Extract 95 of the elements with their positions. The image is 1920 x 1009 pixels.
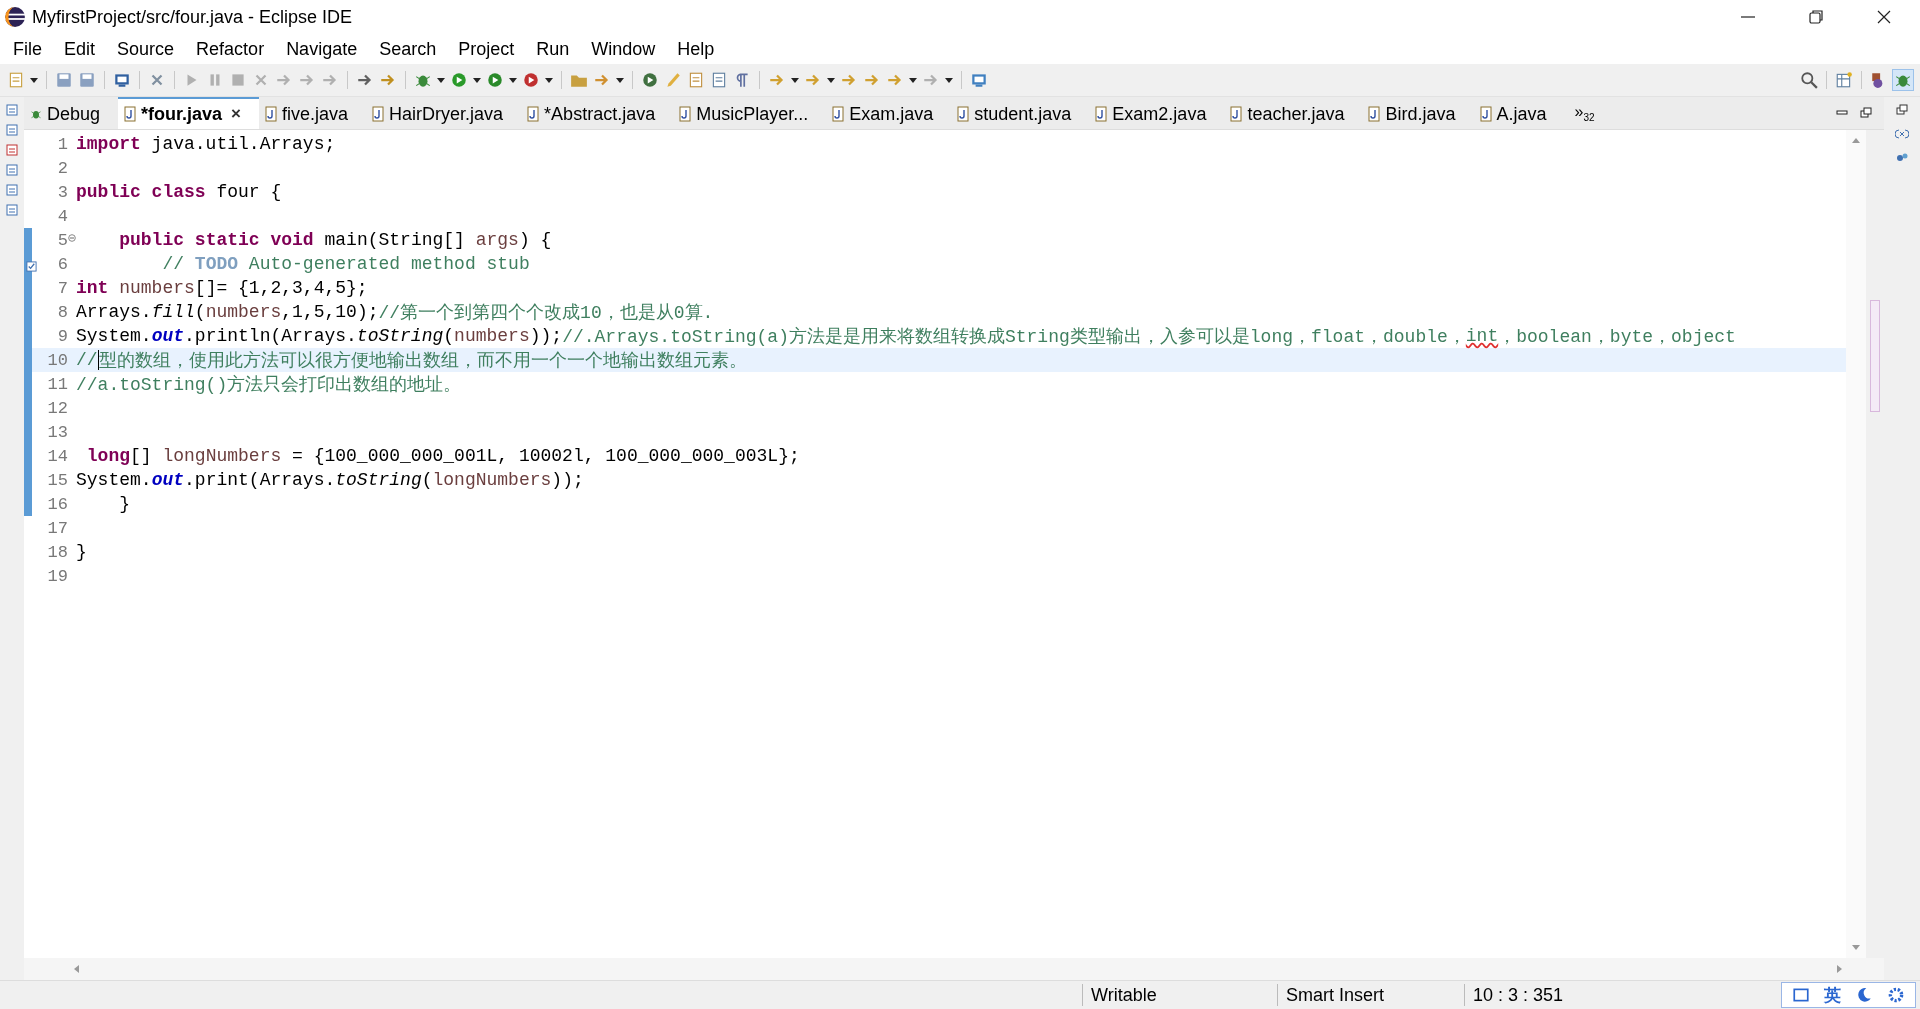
code-line: import java.util.Arrays;	[76, 133, 336, 156]
search-icon[interactable]	[1799, 70, 1819, 90]
editor-tab[interactable]: Debug	[24, 97, 119, 129]
menu-item[interactable]: Navigate	[275, 38, 369, 60]
line-number: 13	[47, 422, 68, 442]
code-line: //a.toString()方法只会打印出数组的地址。	[76, 374, 462, 396]
code-line: public class four {	[76, 181, 282, 204]
editor-tab[interactable]: Bird.java	[1362, 97, 1474, 129]
editor-tab[interactable]: *four.java ×	[118, 97, 260, 129]
scroll-down-icon[interactable]	[1851, 942, 1861, 952]
code-line: System.out.println(Arrays.toString(numbers));//.Arrays.toString(a)方法是是用来将数组转换成String类型输出，入参可以是long，float，double，int，boolean，byte，object	[76, 325, 1736, 348]
save-all-icon[interactable]	[77, 70, 97, 90]
java-file-icon	[124, 106, 137, 122]
status-field: Smart Insert	[1277, 984, 1464, 1006]
java-file-icon	[1479, 106, 1492, 122]
java-file-icon	[1368, 106, 1381, 122]
line-number: 17	[47, 518, 68, 538]
code-line: //型的数组，使用此方法可以很方便地输出数组，而不用一个一个地输出数组元素。	[76, 349, 747, 372]
editor-tab[interactable]: HairDryer.java	[366, 97, 522, 129]
ime-mode-label[interactable]: 英	[1824, 983, 1841, 1007]
line-number: 7	[57, 278, 68, 298]
status-field: Writable	[1082, 984, 1277, 1006]
window-title: MyfirstProject/src/four.java - Eclipse IDE	[32, 6, 353, 28]
line-number: 15	[47, 470, 68, 490]
line-number: 18	[47, 542, 68, 562]
code-line: // TODO Auto-generated method stub	[161, 253, 530, 276]
code-line: }	[76, 541, 87, 564]
line-number: 16	[47, 494, 68, 514]
line-number: 5	[57, 230, 68, 250]
line-number: 2	[57, 158, 68, 178]
menu-item[interactable]: Source	[106, 38, 186, 60]
editor-tab[interactable]: student.java	[951, 97, 1090, 129]
line-number: 12	[47, 398, 68, 418]
code-line: public static void main(String[] args) {	[118, 229, 552, 252]
run-icon[interactable]	[449, 70, 469, 90]
editor-tab[interactable]: A.java	[1473, 97, 1565, 129]
editor-tab[interactable]: Exam2.java	[1089, 97, 1225, 129]
menu-item[interactable]: Project	[447, 38, 526, 60]
tab-overflow-button[interactable]: »$_{32}$	[1564, 102, 1605, 124]
line-number: 8	[57, 302, 68, 322]
scroll-right-icon[interactable]	[1834, 964, 1844, 974]
coverage-icon[interactable]	[485, 70, 505, 90]
code-line: int numbers[]= {1,2,3,4,5};	[76, 277, 368, 300]
collapse-icon[interactable]	[68, 233, 76, 242]
line-number: 4	[57, 206, 68, 226]
close-tab-button[interactable]: ×	[231, 104, 242, 124]
status-field: 10 : 3 : 351	[1464, 984, 1661, 1006]
menu-item[interactable]: Refactor	[185, 38, 276, 60]
menu-item[interactable]: Search	[368, 38, 448, 60]
ime-toolbar[interactable]: 英	[1781, 982, 1916, 1008]
menu-item[interactable]: Help	[666, 38, 726, 60]
line-number: 1	[57, 134, 68, 154]
code-line: System.out.print(Arrays.toString(longNumbers));	[76, 469, 584, 492]
bug-icon[interactable]	[1892, 69, 1914, 91]
close-icon[interactable]	[1876, 9, 1892, 25]
menu-item[interactable]: Edit	[53, 38, 107, 60]
overview-thumb[interactable]	[1870, 300, 1880, 412]
java-file-icon	[832, 106, 845, 122]
gear-icon[interactable]	[1887, 986, 1905, 1004]
menu-item[interactable]: File	[2, 38, 53, 60]
line-number: 14	[47, 446, 68, 466]
line-number: 19	[47, 566, 68, 586]
java-file-icon	[265, 106, 278, 122]
editor-tab[interactable]: five.java	[259, 97, 367, 129]
code-line: long[] longNumbers = {100_000_000_001L, 10002l, 100_000_000_003L};	[85, 445, 800, 468]
menu-item[interactable]: Window	[580, 38, 667, 60]
open-perspective-icon[interactable]	[1834, 70, 1854, 90]
external-tool-icon[interactable]	[521, 70, 541, 90]
editor-tab[interactable]: teacher.java	[1224, 97, 1363, 129]
editor-tab[interactable]: Exam.java	[826, 97, 952, 129]
line-number: 6	[57, 254, 68, 274]
eclipse-logo-icon	[4, 6, 26, 28]
java-file-icon	[527, 106, 540, 122]
line-number: 9	[57, 326, 68, 346]
scroll-up-icon[interactable]	[1851, 136, 1861, 146]
java-file-icon	[679, 106, 692, 122]
line-number: 10	[47, 350, 68, 370]
save-icon[interactable]	[54, 70, 74, 90]
java-file-icon	[372, 106, 385, 122]
variables-icon[interactable]	[1895, 127, 1909, 141]
java-file-icon	[1230, 106, 1243, 122]
console-icon[interactable]	[5, 123, 19, 137]
moon-icon[interactable]	[1855, 986, 1873, 1004]
java-file-icon	[1095, 106, 1108, 122]
editor-tab[interactable]: *Abstract.java	[521, 97, 674, 129]
scroll-left-icon[interactable]	[72, 964, 82, 974]
editor-tab[interactable]: MusicPlayer...	[673, 97, 827, 129]
line-number: 3	[57, 182, 68, 202]
line-number: 11	[47, 374, 68, 394]
java-file-icon	[957, 106, 970, 122]
grid-icon[interactable]	[1792, 986, 1810, 1004]
maximize-icon[interactable]	[1860, 107, 1872, 119]
code-line: }	[118, 493, 130, 516]
code-line: Arrays.fill(numbers,1,5,10);//第一个到第四个个改成10，也是从0算.	[76, 301, 714, 324]
menu-item[interactable]: Run	[525, 38, 581, 60]
